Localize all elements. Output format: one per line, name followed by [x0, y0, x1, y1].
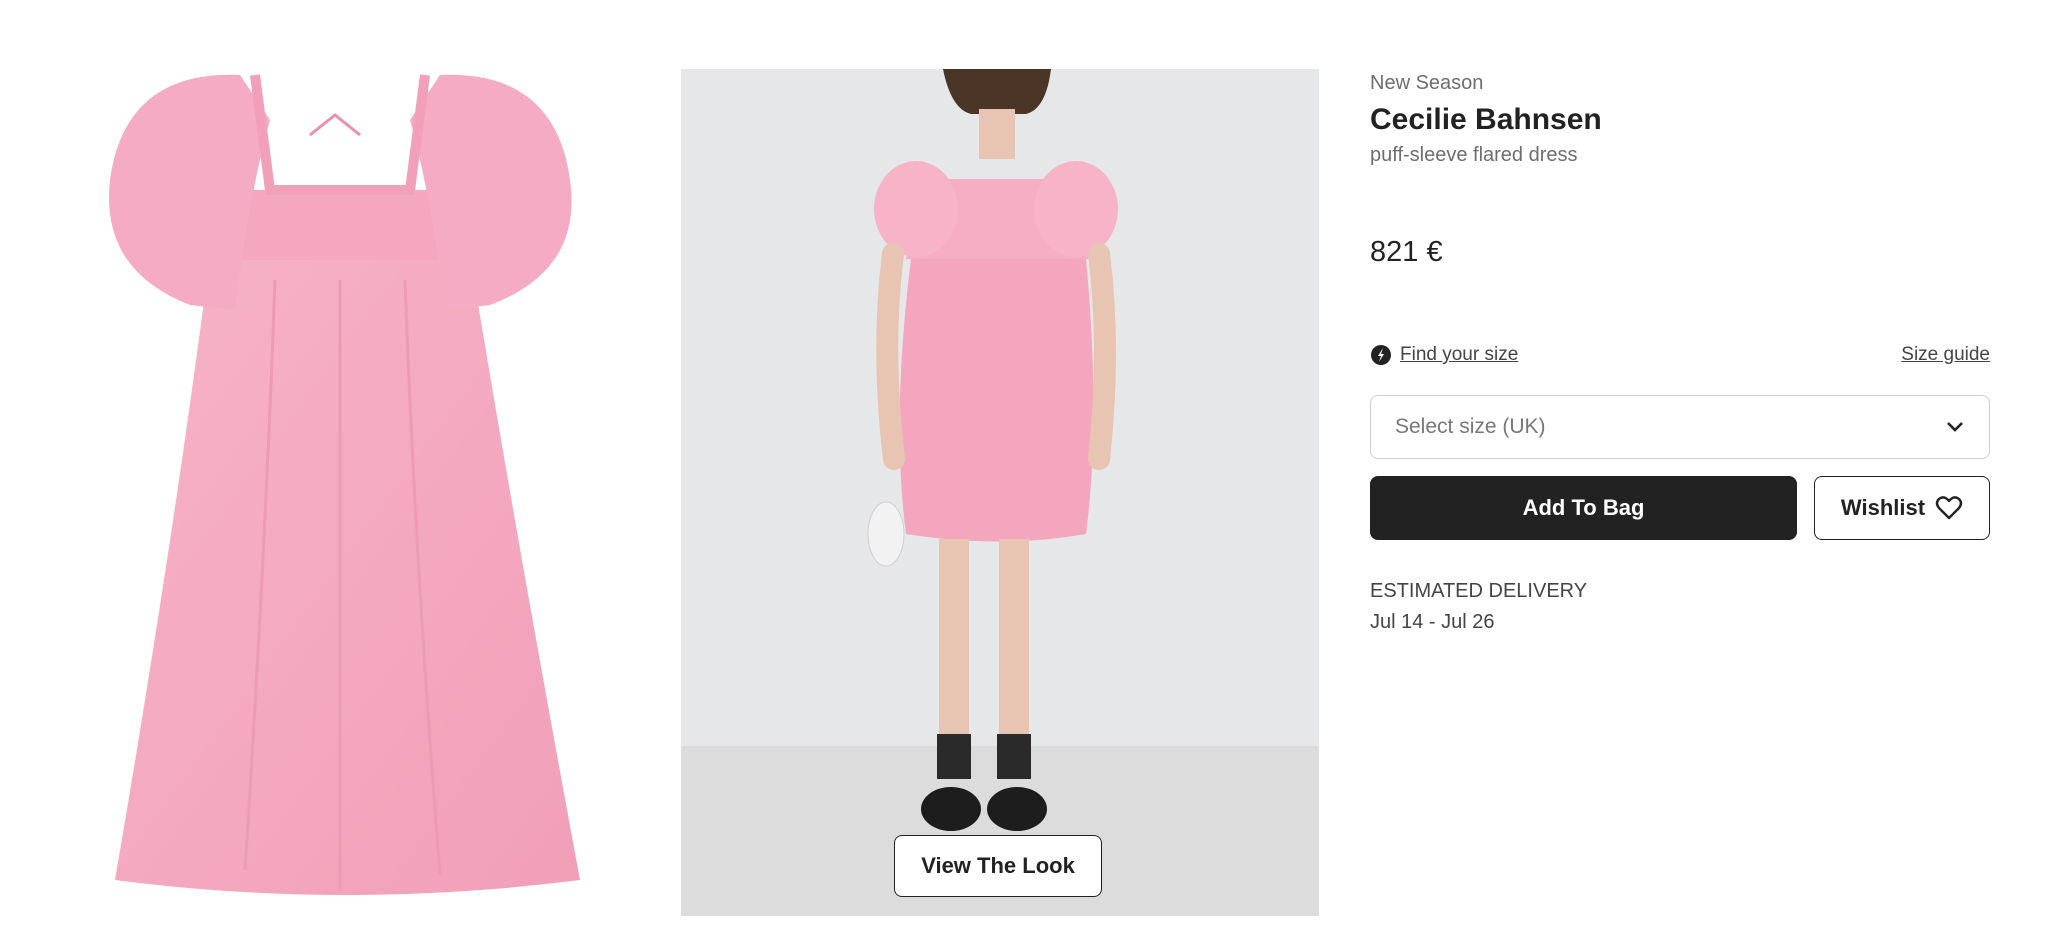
heart-outline-icon	[1935, 496, 1963, 520]
estimated-delivery-dates: Jul 14 - Jul 26	[1370, 611, 1495, 633]
wishlist-button[interactable]: Wishlist	[1814, 476, 1990, 540]
wishlist-label: Wishlist	[1840, 495, 1926, 520]
size-finder-icon	[1371, 345, 1391, 365]
size-guide-link[interactable]: Size guide	[1901, 344, 1990, 366]
view-the-look-button[interactable]: View The Look	[894, 835, 1102, 897]
product-image-model[interactable]: View The Look	[681, 69, 1319, 916]
size-select-placeholder: Select size (UK)	[1395, 415, 1546, 438]
find-your-size-label: Find your size	[1400, 344, 1519, 365]
chevron-down-icon	[1947, 422, 1963, 432]
size-links-row: Find your size Size guide	[1370, 340, 1990, 370]
product-image-flat[interactable]	[95, 60, 605, 930]
pink-dress-illustration	[109, 74, 580, 895]
product-price: 821 €	[1370, 236, 1443, 268]
size-select[interactable]: Select size (UK)	[1370, 395, 1990, 459]
model-illustration	[867, 69, 1118, 831]
estimated-delivery-label: ESTIMATED DELIVERY	[1370, 580, 1588, 602]
brand-name[interactable]: Cecilie Bahnsen	[1370, 102, 1990, 138]
product-info-panel: New Season Cecilie Bahnsen puff-sleeve f…	[1370, 70, 1990, 633]
product-description: puff-sleeve flared dress	[1370, 144, 1578, 166]
find-your-size-link[interactable]: Find your size	[1370, 344, 1518, 366]
new-season-badge: New Season	[1370, 72, 1484, 94]
add-to-bag-button[interactable]: Add To Bag	[1370, 476, 1797, 540]
